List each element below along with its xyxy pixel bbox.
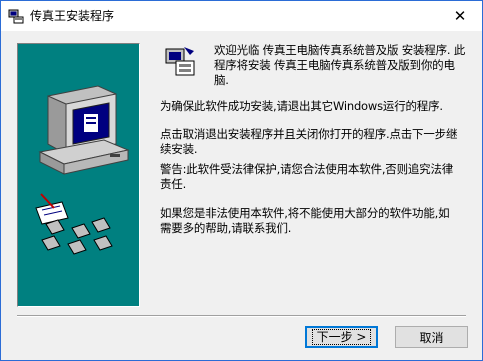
next-button[interactable]: 下一步 > — [305, 326, 378, 348]
close-button[interactable]: ✕ — [438, 1, 482, 31]
setup-window: 传真王安装程序 ✕ 欢迎光临 传真王电脑传真系统普及版 安装程序. 此程序将安装… — [0, 0, 483, 361]
paragraph-instructions: 点击取消退出安装程序并且关闭你打开的程序.点击下一步继续安装. — [160, 127, 458, 156]
close-icon: ✕ — [453, 7, 467, 25]
next-button-label: 下一步 > — [311, 329, 372, 345]
setup-icon — [8, 9, 24, 24]
computer-install-illustration — [35, 85, 130, 255]
welcome-text: 欢迎光临 传真王电脑传真系统普及版 安装程序. 此程序将安装 传真王电脑传真系统… — [214, 43, 466, 87]
divider — [17, 315, 466, 317]
paragraph-warning: 警告:此软件受法律保护,请您合法使用本软件,否则追究法律责任. — [160, 162, 454, 191]
paragraph-illegal-use: 如果您是非法使用本软件,将不能使用大部分的软件功能,如需要多的帮助,请联系我们. — [160, 206, 450, 235]
cancel-button-label: 取消 — [419, 330, 444, 345]
cancel-button[interactable]: 取消 — [395, 326, 468, 348]
window-title: 传真王安装程序 — [30, 9, 115, 23]
client-area: 欢迎光临 传真王电脑传真系统普及版 安装程序. 此程序将安装 传真王电脑传真系统… — [1, 31, 482, 360]
install-icon — [165, 47, 195, 76]
paragraph-close-programs: 为确保此软件成功安装,请退出其它Windows运行的程序. — [160, 99, 443, 113]
title-bar[interactable]: 传真王安装程序 ✕ — [1, 1, 482, 31]
banner-panel — [17, 43, 140, 307]
